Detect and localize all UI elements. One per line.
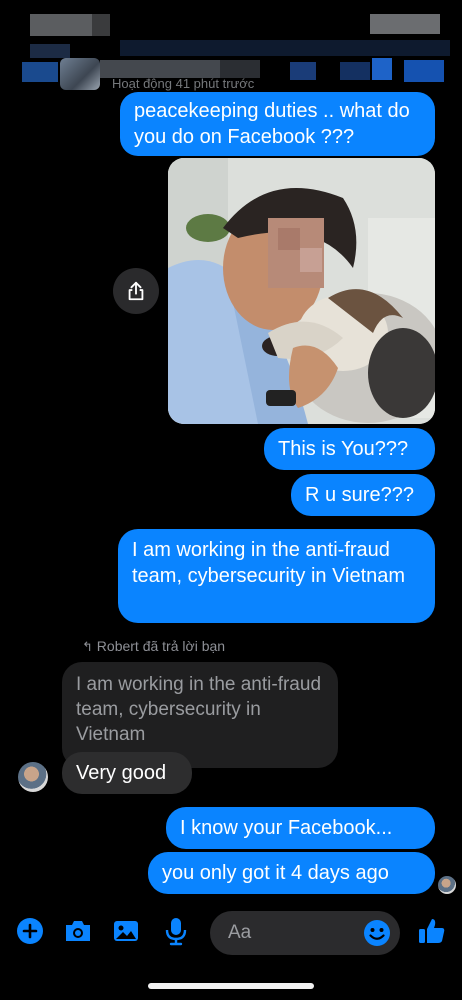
photo-message[interactable] [168, 158, 435, 424]
message-text: This is You??? [278, 438, 409, 460]
message-text: you only got it 4 days ago [162, 862, 389, 884]
like-icon[interactable] [416, 915, 448, 947]
microphone-icon[interactable] [160, 915, 192, 947]
image-icon[interactable] [110, 915, 142, 947]
quoted-text: I am working in the anti-fraud team, cyb… [76, 674, 322, 745]
active-status: Hoạt động 41 phút trước [112, 76, 255, 91]
message-text: R u sure??? [305, 484, 414, 506]
photo-image [168, 158, 435, 424]
sender-avatar[interactable] [18, 762, 48, 792]
message-outgoing[interactable]: peacekeeping duties .. what do you do on… [120, 92, 435, 156]
message-outgoing[interactable]: This is You??? [264, 428, 435, 470]
camera-icon[interactable] [62, 915, 94, 947]
home-indicator [148, 983, 314, 989]
message-outgoing[interactable]: R u sure??? [291, 474, 435, 516]
share-icon [128, 281, 144, 301]
message-text: peacekeeping duties .. what do you do on… [134, 100, 410, 148]
emoji-icon[interactable] [362, 918, 392, 948]
share-button[interactable] [113, 268, 159, 314]
reply-arrow-icon: ↰ [82, 639, 93, 654]
composer-toolbar: Aa [0, 905, 462, 961]
message-input-placeholder: Aa [228, 922, 252, 943]
message-text: I know your Facebook... [180, 817, 393, 839]
message-incoming[interactable]: Very good [62, 752, 192, 794]
message-outgoing[interactable]: I am working in the anti-fraud team, cyb… [118, 529, 435, 623]
message-outgoing[interactable]: you only got it 4 days ago [148, 852, 435, 894]
seen-receipt-avatar [438, 876, 456, 894]
message-text: I am working in the anti-fraud team, cyb… [132, 539, 406, 587]
message-outgoing[interactable]: I know your Facebook... [166, 807, 435, 849]
message-input[interactable]: Aa [210, 911, 400, 955]
plus-icon[interactable] [14, 915, 46, 947]
header-avatar[interactable] [60, 58, 100, 90]
message-text: Very good [76, 762, 167, 784]
reply-label: ↰ Robert đã trả lời bạn [82, 638, 226, 654]
